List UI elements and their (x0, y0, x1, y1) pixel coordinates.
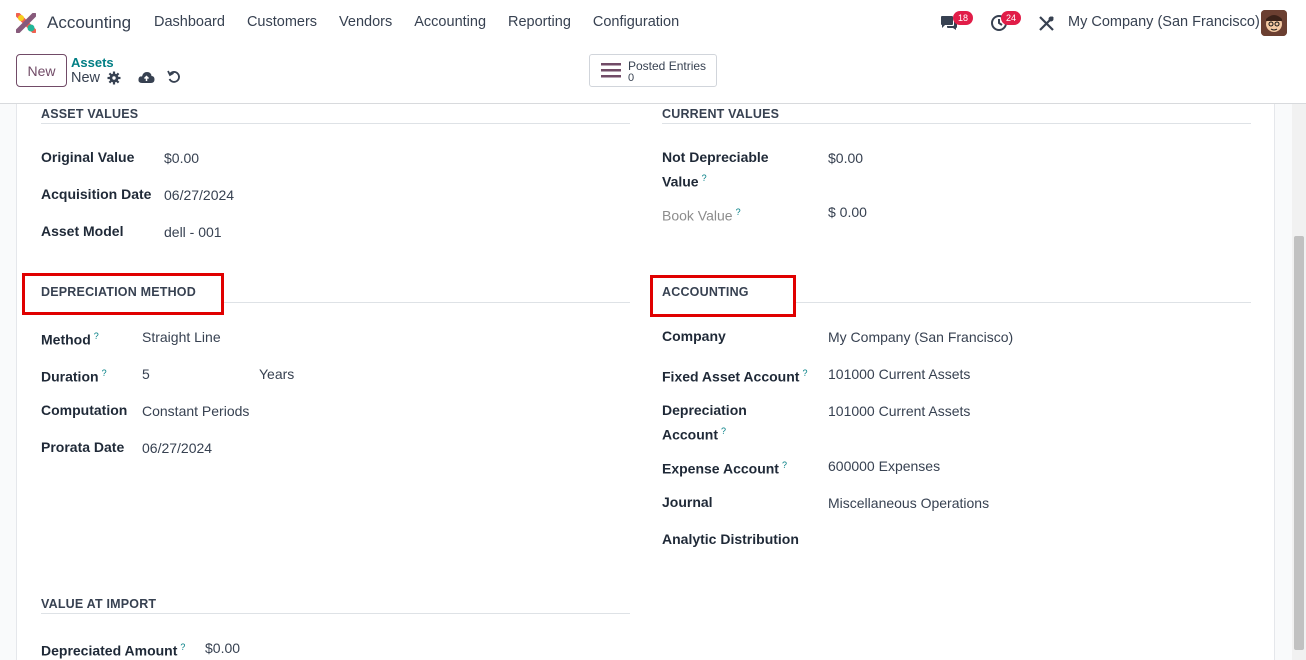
prorata-date-label: Prorata Date (41, 439, 125, 455)
menu-vendors[interactable]: Vendors (339, 14, 392, 30)
cloud-upload-icon[interactable] (138, 70, 155, 84)
book-value: $ 0.00 (828, 204, 867, 220)
help-icon[interactable]: ? (94, 331, 99, 341)
section-divider (796, 302, 1251, 303)
computation-label: Computation (41, 402, 128, 418)
expense-account-field[interactable]: 600000 Expenses (828, 456, 940, 477)
help-icon[interactable]: ? (702, 173, 707, 183)
help-icon[interactable]: ? (180, 642, 185, 652)
original-value-field[interactable]: $0.00 (164, 148, 199, 169)
list-icon (601, 63, 621, 78)
method-label: Method? (41, 331, 99, 348)
section-divider (224, 302, 630, 303)
breadcrumb-assets[interactable]: Assets (71, 55, 114, 70)
company-field[interactable]: My Company (San Francisco) (828, 327, 1013, 348)
discard-icon[interactable] (167, 70, 181, 84)
user-avatar[interactable] (1261, 10, 1287, 36)
depreciated-amount-label: Depreciated Amount? (41, 642, 186, 659)
company-switcher[interactable]: My Company (San Francisco) (1068, 14, 1260, 30)
analytic-distribution-field[interactable] (828, 529, 1128, 550)
duration-label: Duration? (41, 368, 107, 385)
main-menu: Dashboard Customers Vendors Accounting R… (143, 14, 690, 30)
duration-field[interactable]: 5 (142, 364, 150, 385)
depreciation-account-label: Depreciation Account? (662, 402, 747, 443)
asset-values-title: ASSET VALUES (41, 107, 139, 121)
breadcrumb-current: New (71, 70, 101, 86)
accounting-title: ACCOUNTING (662, 285, 749, 299)
posted-entries-button[interactable]: Posted Entries 0 (589, 54, 717, 87)
help-icon[interactable]: ? (736, 207, 741, 217)
value-at-import-title: VALUE AT IMPORT (41, 597, 157, 611)
section-divider (41, 123, 630, 124)
menu-dashboard[interactable]: Dashboard (154, 14, 225, 30)
journal-label: Journal (662, 494, 713, 510)
not-depreciable-value: $0.00 (828, 150, 864, 166)
company-label: Company (662, 328, 726, 344)
scrollbar-thumb[interactable] (1294, 236, 1304, 650)
current-values-title: CURRENT VALUES (662, 107, 780, 121)
computation-field[interactable]: Constant Periods (142, 401, 249, 422)
app-name[interactable]: Accounting (47, 13, 131, 33)
journal-field[interactable]: Miscellaneous Operations (828, 493, 989, 514)
expense-account-label: Expense Account? (662, 460, 787, 477)
gear-icon[interactable] (107, 71, 121, 85)
menu-reporting[interactable]: Reporting (508, 14, 571, 30)
activities-badge: 24 (1001, 11, 1022, 25)
tools-icon[interactable] (1038, 15, 1055, 32)
not-depreciable-label: Not Depreciable Value? (662, 149, 769, 190)
method-field[interactable]: Straight Line (142, 327, 221, 348)
section-divider (662, 123, 1251, 124)
section-divider (41, 613, 630, 614)
menu-customers[interactable]: Customers (247, 14, 317, 30)
help-icon[interactable]: ? (782, 460, 787, 470)
duration-unit-select[interactable]: Years (259, 364, 294, 385)
posted-entries-label: Posted Entries (628, 59, 707, 73)
top-navbar: Accounting Dashboard Customers Vendors A… (0, 0, 1306, 46)
asset-model-label: Asset Model (41, 223, 124, 239)
fixed-asset-account-field[interactable]: 101000 Current Assets (828, 364, 970, 385)
analytic-distribution-label: Analytic Distribution (662, 531, 799, 547)
control-panel: New Assets New Posted Entries 0 (0, 46, 1306, 104)
acquisition-date-label: Acquisition Date (41, 186, 152, 202)
help-icon[interactable]: ? (802, 368, 807, 378)
posted-entries-count: 0 (628, 72, 635, 84)
new-button[interactable]: New (16, 54, 67, 87)
messages-badge: 18 (953, 11, 974, 25)
book-value-label: Book Value? (662, 207, 741, 224)
depreciation-account-field[interactable]: 101000 Current Assets (828, 401, 970, 422)
fixed-asset-account-label: Fixed Asset Account? (662, 368, 808, 385)
help-icon[interactable]: ? (721, 426, 726, 436)
depreciated-amount-field[interactable]: $0.00 (205, 638, 240, 659)
menu-accounting[interactable]: Accounting (414, 14, 486, 30)
prorata-date-field[interactable]: 06/27/2024 (142, 438, 212, 459)
original-value-label: Original Value (41, 149, 135, 165)
avatar-icon (1261, 10, 1287, 36)
help-icon[interactable]: ? (102, 368, 107, 378)
acquisition-date-field[interactable]: 06/27/2024 (164, 185, 234, 206)
asset-model-field[interactable]: dell - 001 (164, 222, 222, 243)
menu-configuration[interactable]: Configuration (593, 14, 679, 30)
depreciation-method-title: DEPRECIATION METHOD (41, 285, 196, 299)
accounting-app-icon[interactable] (16, 13, 36, 33)
